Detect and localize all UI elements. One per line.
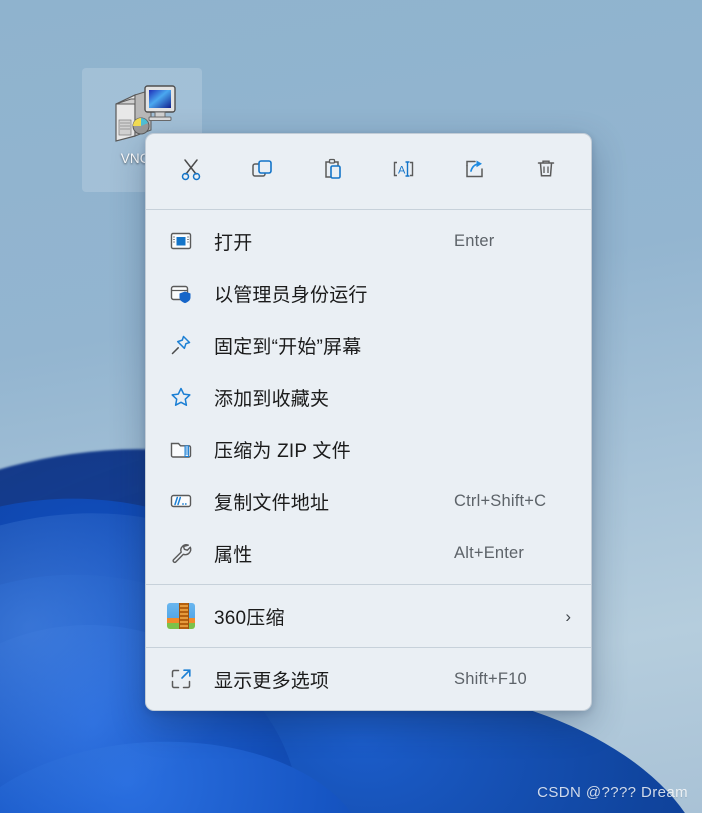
- shield-window-icon: [166, 278, 196, 308]
- star-icon: [166, 382, 196, 412]
- menu-group-primary: 打开 Enter 以管理员身份运行 固定到“开始”屏幕 添加到收藏夹 压缩为 Z…: [146, 210, 591, 584]
- menu-item-copy-file-path[interactable]: 复制文件地址 Ctrl+Shift+C: [146, 475, 591, 527]
- menu-item-show-more-options[interactable]: 显示更多选项 Shift+F10: [146, 653, 591, 705]
- wrench-icon: [166, 538, 196, 568]
- menu-item-360-compress[interactable]: 360压缩 ›: [146, 590, 591, 642]
- desktop[interactable]: VNC-S A 打开 Enter 以管理员身份运行 固定到“开始”屏幕 添加到收…: [0, 0, 702, 813]
- menu-item-add-to-favorites[interactable]: 添加到收藏夹: [146, 371, 591, 423]
- watermark-text: CSDN @???? Dream: [537, 784, 688, 801]
- zip360-icon: [166, 601, 196, 631]
- menu-item-label: 打开: [214, 232, 253, 254]
- share-button[interactable]: [439, 150, 510, 194]
- rename-button[interactable]: A: [368, 150, 439, 194]
- menu-item-accelerator: Shift+F10: [454, 669, 527, 688]
- menu-item-label: 以管理员身份运行: [214, 284, 368, 306]
- rename-icon: A: [390, 156, 418, 187]
- cut-button[interactable]: [156, 150, 227, 194]
- menu-item-label: 固定到“开始”屏幕: [214, 336, 362, 358]
- copy-icon: [249, 156, 275, 187]
- menu-item-compress-to-zip[interactable]: 压缩为 ZIP 文件: [146, 423, 591, 475]
- context-menu[interactable]: A 打开 Enter 以管理员身份运行 固定到“开始”屏幕 添加到收藏夹 压缩为…: [145, 133, 592, 711]
- menu-item-properties[interactable]: 属性 Alt+Enter: [146, 527, 591, 579]
- menu-item-label: 360压缩: [214, 607, 285, 629]
- delete-button[interactable]: [510, 150, 581, 194]
- pin-icon: [166, 330, 196, 360]
- menu-item-label: 压缩为 ZIP 文件: [214, 440, 351, 462]
- more-options-icon: [166, 664, 196, 694]
- trash-icon: [533, 156, 559, 187]
- menu-item-run-as-admin[interactable]: 以管理员身份运行: [146, 267, 591, 319]
- menu-group-more: 显示更多选项 Shift+F10: [146, 648, 591, 710]
- menu-item-pin-to-start[interactable]: 固定到“开始”屏幕: [146, 319, 591, 371]
- paste-button[interactable]: [298, 150, 369, 194]
- paste-icon: [320, 156, 346, 187]
- zip-folder-icon: [166, 434, 196, 464]
- bloom-petal-5: [0, 730, 377, 813]
- copy-path-icon: [166, 486, 196, 516]
- menu-item-open[interactable]: 打开 Enter: [146, 215, 591, 267]
- menu-item-label: 属性: [214, 544, 253, 566]
- menu-group-apps: 360压缩 ›: [146, 585, 591, 647]
- chevron-right-icon: ›: [565, 606, 571, 626]
- menu-item-accelerator: Ctrl+Shift+C: [454, 491, 547, 510]
- context-menu-toolbar: A: [146, 134, 591, 209]
- svg-text:A: A: [398, 165, 406, 177]
- menu-item-accelerator: Enter: [454, 231, 495, 250]
- copy-button[interactable]: [227, 150, 298, 194]
- share-icon: [461, 156, 488, 187]
- menu-item-accelerator: Alt+Enter: [454, 543, 525, 562]
- menu-item-label: 显示更多选项: [214, 670, 330, 692]
- menu-item-label: 添加到收藏夹: [214, 388, 330, 410]
- menu-item-label: 复制文件地址: [214, 492, 330, 514]
- open-window-icon: [166, 226, 196, 256]
- scissors-icon: [178, 156, 204, 187]
